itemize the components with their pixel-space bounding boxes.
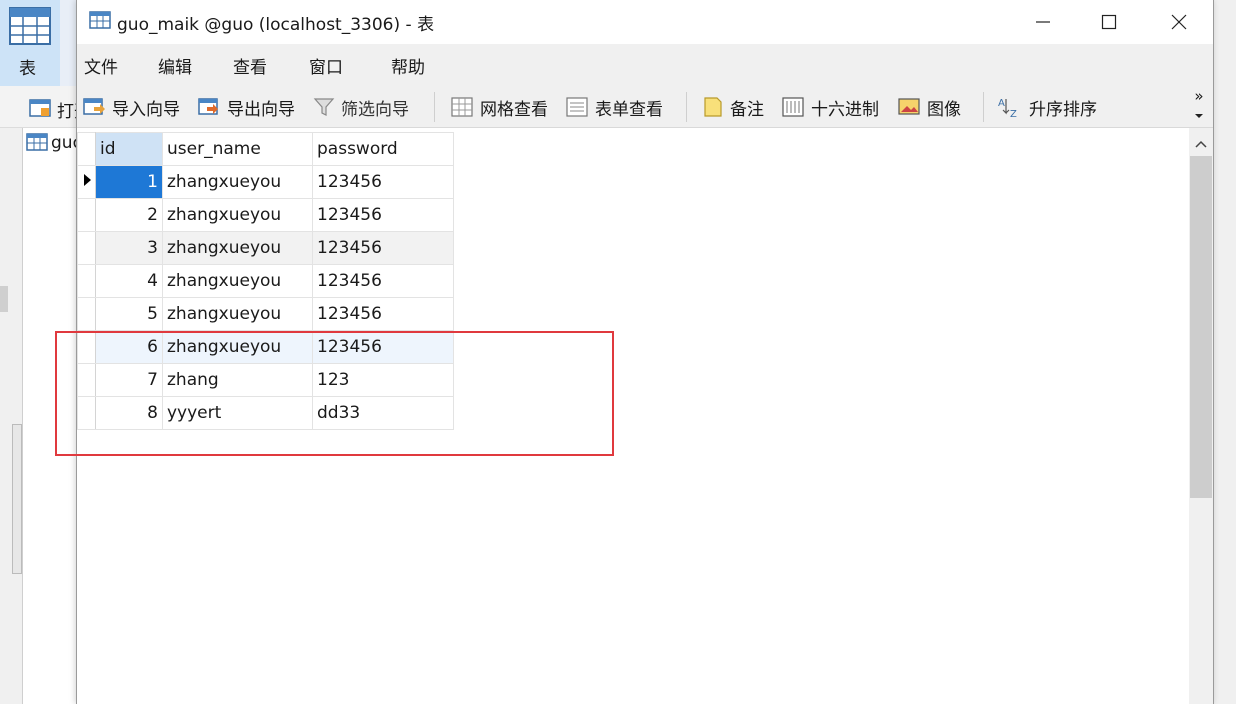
table-icon [9, 7, 51, 45]
column-header-password[interactable]: password [312, 132, 454, 166]
table-ribbon-label: 表 [19, 59, 36, 79]
menu-help[interactable]: 帮助 [391, 53, 425, 78]
row-indicator[interactable] [77, 264, 96, 298]
cell-user-name[interactable]: zhangxueyou [162, 198, 313, 232]
table-row[interactable]: 3 zhangxueyou 123456 [77, 231, 454, 265]
menu-edit[interactable]: 编辑 [158, 53, 192, 78]
cell-id[interactable]: 5 [95, 297, 163, 331]
export-wizard-button[interactable]: 导出向导 [197, 92, 295, 122]
grid-view-label: 网格查看 [480, 99, 548, 120]
svg-text:Z: Z [1010, 109, 1017, 119]
svg-text:A: A [998, 98, 1005, 109]
maximize-icon [1101, 14, 1117, 30]
sort-ascending-icon: A Z [998, 98, 1017, 119]
splitter-handle[interactable] [12, 424, 22, 574]
form-view-icon [566, 97, 588, 117]
splitter-grip [0, 286, 8, 312]
toolbar-separator [983, 92, 984, 122]
cell-id[interactable]: 1 [95, 165, 163, 199]
current-row-arrow-icon [83, 173, 91, 186]
form-view-label: 表单查看 [595, 99, 663, 120]
cell-password[interactable]: 123456 [312, 165, 454, 199]
open-table-icon[interactable] [29, 98, 51, 118]
memo-icon [704, 97, 722, 117]
grid-view-icon [451, 97, 473, 117]
table-row[interactable]: 5 zhangxueyou 123456 [77, 297, 454, 331]
table-icon [26, 133, 48, 151]
maximize-button[interactable] [1075, 0, 1143, 44]
toolbar-overflow-chevron[interactable]: » [1190, 88, 1208, 104]
form-view-button[interactable]: 表单查看 [565, 92, 663, 122]
table-row[interactable]: 2 zhangxueyou 123456 [77, 198, 454, 232]
minimize-button[interactable] [1009, 0, 1077, 44]
toolbar-dropdown-icon[interactable] [1194, 112, 1204, 120]
menu-view[interactable]: 查看 [233, 53, 267, 78]
scrollbar-thumb[interactable] [1190, 156, 1212, 498]
column-header-user-name[interactable]: user_name [162, 132, 313, 166]
cell-password[interactable]: 123456 [312, 264, 454, 298]
grid-header-row: id user_name password [77, 132, 454, 166]
import-wizard-button[interactable]: 导入向导 [82, 92, 180, 122]
cell-user-name[interactable]: zhangxueyou [162, 165, 313, 199]
filter-icon [313, 98, 335, 116]
window-title: guo_maik @guo (localhost_3306) - 表 [117, 15, 435, 35]
scroll-up-arrow-icon[interactable] [1193, 136, 1209, 152]
filter-wizard-button[interactable]: 筛选向导 [313, 92, 409, 122]
table-icon [89, 11, 111, 29]
row-indicator[interactable] [77, 297, 96, 331]
image-button[interactable]: 图像 [897, 92, 961, 122]
image-label: 图像 [927, 99, 961, 120]
import-wizard-label: 导入向导 [112, 99, 180, 120]
hex-button[interactable]: 十六进制 [781, 92, 879, 122]
table-row[interactable]: 1 zhangxueyou 123456 [77, 165, 454, 199]
cell-user-name[interactable]: zhangxueyou [162, 264, 313, 298]
cell-password[interactable]: 123456 [312, 198, 454, 232]
filter-wizard-label: 筛选向导 [341, 99, 409, 120]
close-icon [1171, 14, 1187, 30]
title-bar[interactable]: guo_maik @guo (localhost_3306) - 表 [77, 0, 1213, 44]
image-icon [898, 98, 920, 115]
minimize-icon [1036, 21, 1050, 23]
hex-label: 十六进制 [811, 99, 879, 120]
row-indicator[interactable] [77, 198, 96, 232]
table-row[interactable]: 4 zhangxueyou 123456 [77, 264, 454, 298]
menu-window[interactable]: 窗口 [309, 53, 343, 78]
cell-id[interactable]: 2 [95, 198, 163, 232]
row-header-corner [77, 132, 96, 166]
column-header-id[interactable]: id [95, 132, 163, 166]
cell-id[interactable]: 3 [95, 231, 163, 265]
toolbar-separator [686, 92, 687, 122]
highlight-annotation-box [55, 331, 614, 456]
sort-ascending-label: 升序排序 [1029, 99, 1097, 120]
row-indicator[interactable] [77, 165, 96, 199]
grid-view-button[interactable]: 网格查看 [450, 92, 548, 122]
tree-item-label[interactable]: guo [51, 133, 76, 153]
menu-file[interactable]: 文件 [84, 53, 118, 78]
cell-id[interactable]: 4 [95, 264, 163, 298]
memo-label: 备注 [730, 99, 764, 120]
open-table-label[interactable]: 打开表 [57, 97, 76, 122]
export-icon [198, 98, 218, 115]
cell-password[interactable]: 123456 [312, 297, 454, 331]
splitter[interactable] [0, 128, 22, 704]
cell-password[interactable]: 123456 [312, 231, 454, 265]
memo-button[interactable]: 备注 [702, 92, 764, 122]
row-indicator[interactable] [77, 231, 96, 265]
sort-ascending-button[interactable]: A Z 升序排序 [997, 92, 1097, 122]
export-wizard-label: 导出向导 [227, 99, 295, 120]
hex-icon [782, 97, 804, 117]
cell-user-name[interactable]: zhangxueyou [162, 231, 313, 265]
toolbar-separator [434, 92, 435, 122]
cell-user-name[interactable]: zhangxueyou [162, 297, 313, 331]
close-button[interactable] [1145, 0, 1213, 44]
import-icon [83, 98, 105, 115]
